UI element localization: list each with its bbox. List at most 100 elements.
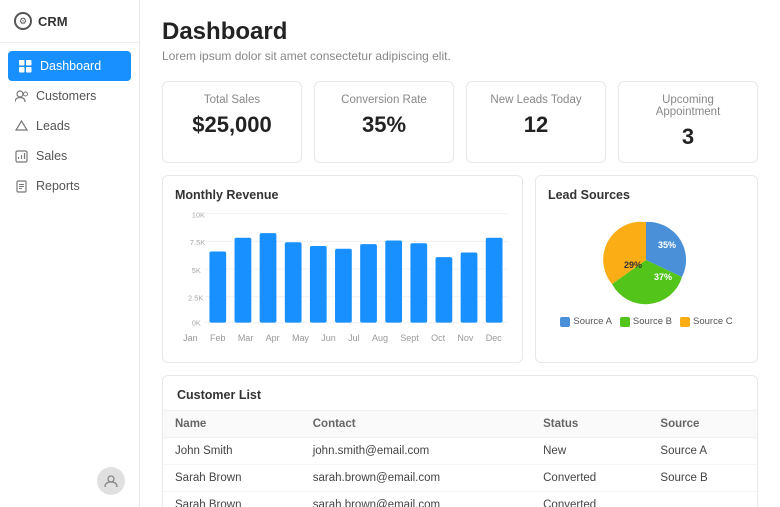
sidebar-item-leads[interactable]: Leads bbox=[0, 111, 139, 141]
sidebar-label-reports: Reports bbox=[36, 179, 80, 193]
cell-contact: john.smith@email.com bbox=[301, 438, 531, 465]
svg-text:29%: 29% bbox=[624, 260, 642, 270]
pie-legend: Source A Source B Source C bbox=[560, 316, 732, 327]
charts-row: Monthly Revenue 10K 7.5K 5K 2.5K 0K bbox=[140, 175, 780, 375]
bar-chart-month-labels: Jan Feb Mar Apr May Jun Jul Aug Sept Oct… bbox=[175, 333, 510, 343]
svg-text:2.5K: 2.5K bbox=[188, 293, 203, 302]
user-avatar[interactable] bbox=[97, 467, 125, 495]
stat-value-upcoming: 3 bbox=[635, 124, 741, 150]
app-name: CRM bbox=[38, 14, 68, 29]
dashboard-icon bbox=[18, 59, 32, 73]
cell-name: John Smith bbox=[163, 438, 301, 465]
month-feb: Feb bbox=[210, 333, 226, 343]
svg-text:5K: 5K bbox=[192, 266, 201, 275]
cell-contact: sarah.brown@email.com bbox=[301, 465, 531, 492]
stat-value-conversion-rate: 35% bbox=[331, 112, 437, 138]
stat-total-sales: Total Sales $25,000 bbox=[162, 81, 302, 163]
month-oct: Oct bbox=[431, 333, 445, 343]
legend-label-a: Source A bbox=[573, 316, 612, 327]
bar-chart-svg: 10K 7.5K 5K 2.5K 0K bbox=[175, 210, 510, 330]
legend-source-a: Source A bbox=[560, 316, 612, 327]
pie-chart-svg: 35% 37% 29% bbox=[586, 210, 706, 310]
svg-text:35%: 35% bbox=[658, 240, 676, 250]
sidebar-item-customers[interactable]: Customers bbox=[0, 81, 139, 111]
legend-source-b: Source B bbox=[620, 316, 672, 327]
month-sept: Sept bbox=[400, 333, 419, 343]
cell-contact: sarah.brown@email.com bbox=[301, 492, 531, 507]
month-jul: Jul bbox=[348, 333, 360, 343]
col-source: Source bbox=[648, 411, 757, 438]
reports-icon bbox=[14, 179, 28, 193]
stat-label-new-leads: New Leads Today bbox=[483, 94, 589, 106]
cell-status: Converted bbox=[531, 492, 648, 507]
cell-name: Sarah Brown bbox=[163, 465, 301, 492]
month-mar: Mar bbox=[238, 333, 254, 343]
sidebar-label-dashboard: Dashboard bbox=[40, 59, 101, 73]
bar-chart-title: Monthly Revenue bbox=[175, 188, 510, 202]
page-header: Dashboard Lorem ipsum dolor sit amet con… bbox=[140, 0, 780, 73]
stat-value-total-sales: $25,000 bbox=[179, 112, 285, 138]
cell-name: Sarah Brown bbox=[163, 492, 301, 507]
cell-status: Converted bbox=[531, 465, 648, 492]
leads-icon bbox=[14, 119, 28, 133]
sidebar-item-sales[interactable]: Sales bbox=[0, 141, 139, 171]
month-jun: Jun bbox=[321, 333, 336, 343]
table-row: John Smithjohn.smith@email.comNewSource … bbox=[163, 438, 757, 465]
month-jan: Jan bbox=[183, 333, 198, 343]
col-contact: Contact bbox=[301, 411, 531, 438]
legend-source-c: Source C bbox=[680, 316, 733, 327]
month-dec: Dec bbox=[486, 333, 502, 343]
stats-row: Total Sales $25,000 Conversion Rate 35% … bbox=[140, 73, 780, 175]
app-logo: ⚙ CRM bbox=[0, 0, 139, 43]
sales-icon bbox=[14, 149, 28, 163]
sidebar-nav: Dashboard Customers Leads bbox=[0, 43, 139, 209]
table-row: Sarah Brownsarah.brown@email.comConverte… bbox=[163, 492, 757, 507]
cell-source bbox=[648, 492, 757, 507]
cell-source: Source B bbox=[648, 465, 757, 492]
col-status: Status bbox=[531, 411, 648, 438]
sidebar-label-leads: Leads bbox=[36, 119, 70, 133]
logo-icon: ⚙ bbox=[14, 12, 32, 30]
table-header-row: Name Contact Status Source bbox=[163, 411, 757, 438]
sidebar: ⚙ CRM Dashboard Custom bbox=[0, 0, 140, 507]
customer-table: Name Contact Status Source John Smithjoh… bbox=[163, 410, 757, 507]
lead-sources-card: Lead Sources 35% bbox=[535, 175, 758, 363]
stat-upcoming-appointment: Upcoming Appointment 3 bbox=[618, 81, 758, 163]
legend-dot-c bbox=[680, 317, 690, 327]
svg-text:10K: 10K bbox=[192, 210, 205, 219]
legend-label-c: Source C bbox=[693, 316, 733, 327]
monthly-revenue-card: Monthly Revenue 10K 7.5K 5K 2.5K 0K bbox=[162, 175, 523, 363]
cell-status: New bbox=[531, 438, 648, 465]
sidebar-item-reports[interactable]: Reports bbox=[0, 171, 139, 201]
month-may: May bbox=[292, 333, 309, 343]
customer-list-title: Customer List bbox=[163, 376, 757, 410]
svg-text:37%: 37% bbox=[654, 272, 672, 282]
legend-dot-b bbox=[620, 317, 630, 327]
legend-dot-a bbox=[560, 317, 570, 327]
bar-chart-area: 10K 7.5K 5K 2.5K 0K bbox=[175, 210, 510, 350]
pie-chart-title: Lead Sources bbox=[548, 188, 745, 202]
sidebar-label-sales: Sales bbox=[36, 149, 67, 163]
main-content: Dashboard Lorem ipsum dolor sit amet con… bbox=[140, 0, 780, 507]
page-subtitle: Lorem ipsum dolor sit amet consectetur a… bbox=[162, 49, 758, 63]
stat-label-upcoming: Upcoming Appointment bbox=[635, 94, 741, 118]
stat-new-leads: New Leads Today 12 bbox=[466, 81, 606, 163]
stat-conversion-rate: Conversion Rate 35% bbox=[314, 81, 454, 163]
table-row: Sarah Brownsarah.brown@email.comConverte… bbox=[163, 465, 757, 492]
col-name: Name bbox=[163, 411, 301, 438]
svg-text:0K: 0K bbox=[192, 318, 201, 327]
legend-label-b: Source B bbox=[633, 316, 672, 327]
sidebar-label-customers: Customers bbox=[36, 89, 96, 103]
month-aug: Aug bbox=[372, 333, 388, 343]
month-apr: Apr bbox=[266, 333, 280, 343]
sidebar-item-dashboard[interactable]: Dashboard bbox=[8, 51, 131, 81]
cell-source: Source A bbox=[648, 438, 757, 465]
stat-value-new-leads: 12 bbox=[483, 112, 589, 138]
page-title: Dashboard bbox=[162, 18, 758, 46]
svg-text:7.5K: 7.5K bbox=[190, 238, 205, 247]
stat-label-conversion-rate: Conversion Rate bbox=[331, 94, 437, 106]
month-nov: Nov bbox=[457, 333, 473, 343]
customer-list-card: Customer List Name Contact Status Source… bbox=[162, 375, 758, 507]
customers-icon bbox=[14, 89, 28, 103]
pie-area: 35% 37% 29% Source A Source B So bbox=[548, 210, 745, 327]
